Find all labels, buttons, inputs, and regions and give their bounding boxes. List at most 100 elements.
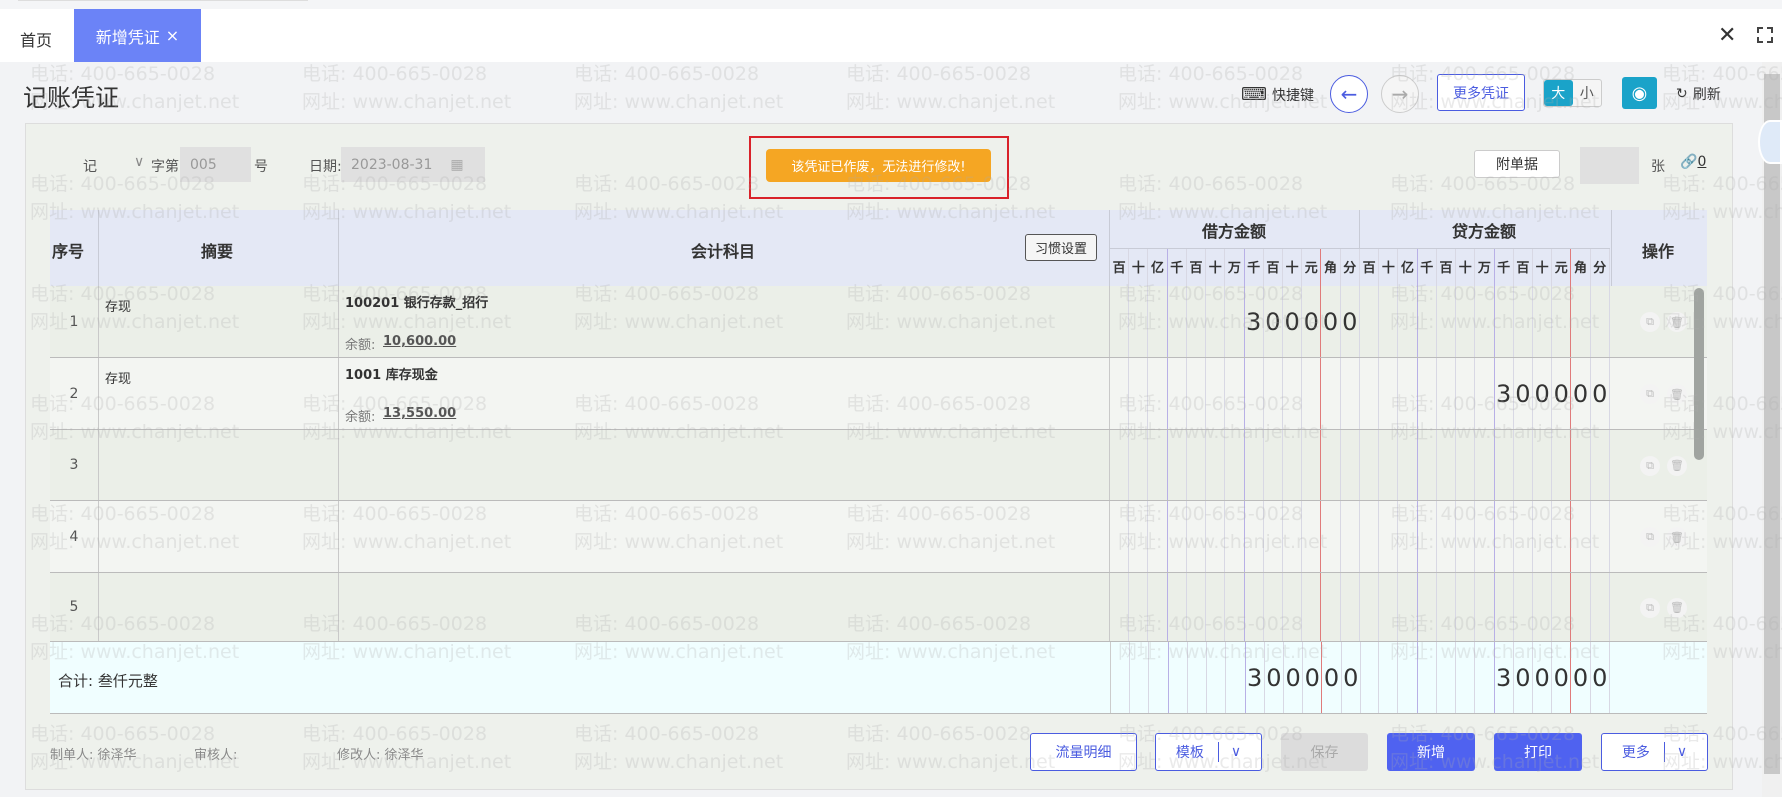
date-value: 2023-08-31: [351, 156, 433, 173]
account-cell[interactable]: [339, 573, 1110, 641]
table-row: 1 存现 100201 银行存款_招行 余额: 10,600.00 300000…: [50, 286, 1707, 358]
size-small-button[interactable]: 小: [1572, 80, 1601, 106]
delete-row-icon[interactable]: 🗑: [1667, 384, 1687, 404]
credit-digit: [1495, 286, 1514, 357]
credit-cell[interactable]: [1360, 430, 1610, 500]
cash-flow-button[interactable]: 流量明细: [1030, 733, 1137, 771]
debit-digit: [1283, 358, 1303, 429]
credit-digit: [1591, 573, 1610, 641]
debit-cell[interactable]: [1110, 358, 1360, 429]
fullscreen-icon[interactable]: [1757, 27, 1773, 43]
credit-cell[interactable]: 300000: [1360, 358, 1610, 429]
attach-count-input[interactable]: [1580, 147, 1639, 184]
credit-digit: [1533, 573, 1553, 641]
debit-digit: [1264, 573, 1283, 641]
copy-row-icon[interactable]: ⧉: [1640, 312, 1660, 332]
more-vouchers-button[interactable]: 更多凭证: [1437, 74, 1525, 111]
credit-digit: 0: [1514, 358, 1533, 429]
total-credit-digit: 0: [1514, 642, 1533, 713]
number-suffix: 号: [254, 159, 268, 175]
row-seq: 2: [50, 358, 99, 429]
delete-row-icon[interactable]: 🗑: [1667, 455, 1687, 476]
close-icon[interactable]: ✕: [1718, 23, 1736, 48]
attach-unit: 张: [1651, 159, 1665, 175]
size-big-button[interactable]: 大: [1544, 80, 1573, 106]
attach-docs-button[interactable]: 附单据: [1474, 150, 1560, 178]
delete-row-icon[interactable]: 🗑: [1667, 527, 1687, 547]
total-debit-digit: 0: [1322, 642, 1342, 713]
debit-cell[interactable]: 300000: [1110, 286, 1360, 357]
credit-cell[interactable]: [1360, 501, 1610, 572]
tab-close-icon[interactable]: ×: [166, 26, 179, 45]
tab-new-voucher[interactable]: 新增凭证 ×: [74, 9, 201, 62]
delete-row-icon[interactable]: 🗑: [1667, 597, 1687, 618]
credit-digit: [1360, 501, 1380, 572]
summary-cell[interactable]: 存现: [99, 358, 339, 429]
save-button[interactable]: 保存: [1281, 733, 1368, 771]
debit-cell[interactable]: [1110, 430, 1360, 500]
more-button[interactable]: 更多 ∨: [1601, 733, 1708, 771]
credit-cell[interactable]: [1360, 573, 1610, 641]
calendar-icon[interactable]: ▦: [450, 157, 463, 173]
debit-cell[interactable]: [1110, 573, 1360, 641]
copy-row-icon[interactable]: ⧉: [1640, 455, 1660, 476]
summary-cell[interactable]: [99, 501, 339, 572]
print-button[interactable]: 打印: [1494, 733, 1582, 771]
debit-digit: [1225, 573, 1245, 641]
credit-digit: [1514, 501, 1533, 572]
debit-digit: [1148, 286, 1168, 357]
account-cell[interactable]: [339, 501, 1110, 572]
summary-cell[interactable]: 存现: [99, 286, 339, 357]
total-debit-digit: 0: [1303, 642, 1323, 713]
chevron-down-icon[interactable]: ∨: [1677, 744, 1687, 760]
debit-digit: [1302, 358, 1322, 429]
debit-digit: [1225, 286, 1245, 357]
debit-digit: [1110, 430, 1130, 500]
habit-settings-button[interactable]: 习惯设置: [1025, 234, 1097, 261]
balance-value[interactable]: 10,600.00: [383, 334, 456, 349]
voided-warning: 该凭证已作废，无法进行修改!: [766, 149, 991, 182]
refresh-button[interactable]: ↻ 刷新: [1676, 84, 1721, 104]
assistant-robot-icon[interactable]: [1758, 120, 1782, 164]
credit-digit: [1437, 286, 1457, 357]
shortcut-button[interactable]: ⌨ 快捷键: [1241, 84, 1314, 105]
voucher-number-input[interactable]: 005: [180, 147, 251, 182]
account-cell[interactable]: [339, 430, 1110, 500]
voucher-word-select[interactable]: 记: [83, 156, 97, 176]
credit-cell[interactable]: [1360, 286, 1610, 357]
credit-header-unit: 千: [1418, 249, 1437, 286]
credit-digit: [1533, 501, 1553, 572]
chevron-down-icon[interactable]: ∨: [134, 154, 144, 170]
summary-cell[interactable]: [99, 430, 339, 500]
account-cell[interactable]: 1001 库存现金 余额: 13,550.00: [339, 358, 1110, 429]
table-scrollbar[interactable]: [1694, 288, 1704, 460]
chevron-down-icon[interactable]: ∨: [1231, 744, 1241, 760]
account-cell[interactable]: 100201 银行存款_招行 余额: 10,600.00: [339, 286, 1110, 357]
copy-row-icon[interactable]: ⧉: [1640, 527, 1660, 547]
eye-icon[interactable]: ◉: [1622, 77, 1657, 109]
debit-digit: [1341, 358, 1360, 429]
total-debit-digit: [1188, 642, 1208, 713]
prev-voucher-button[interactable]: ←: [1330, 75, 1368, 113]
watermark-url: 网址: www.chanjet.net: [302, 91, 512, 113]
debit-cell[interactable]: [1110, 501, 1360, 572]
next-voucher-button[interactable]: →: [1381, 75, 1419, 113]
page-scrollbar[interactable]: [1762, 62, 1782, 797]
copy-row-icon[interactable]: ⧉: [1640, 384, 1660, 404]
tab-home[interactable]: 首页: [20, 27, 52, 51]
debit-digit: [1168, 501, 1187, 572]
total-debit-digit: 0: [1265, 642, 1284, 713]
credit-digit: [1552, 430, 1572, 500]
summary-cell[interactable]: [99, 573, 339, 641]
balance-value[interactable]: 13,550.00: [383, 406, 456, 421]
total-credit-digit: 0: [1591, 642, 1610, 713]
add-button[interactable]: 新增: [1387, 733, 1475, 771]
template-button[interactable]: 模板 ∨: [1155, 733, 1262, 771]
link-icon: 🔗: [1680, 154, 1698, 170]
copy-row-icon[interactable]: ⧉: [1640, 597, 1660, 618]
date-input[interactable]: 2023-08-31 ▦: [341, 147, 485, 182]
attachment-link[interactable]: 🔗0: [1680, 154, 1706, 170]
debit-header-unit: 千: [1245, 249, 1264, 286]
delete-row-icon[interactable]: 🗑: [1667, 312, 1687, 332]
keyboard-icon: ⌨: [1241, 84, 1267, 105]
